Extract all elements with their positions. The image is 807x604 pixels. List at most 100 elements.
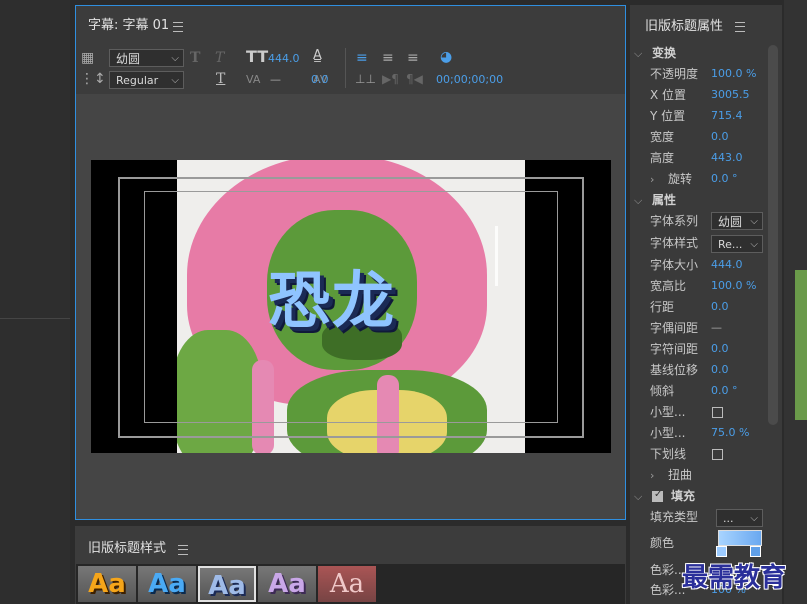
tab-title[interactable]: 字幕: 字幕 01 [88, 14, 169, 33]
font-family-dropdown[interactable]: 幼圆 ⌵ [109, 49, 184, 67]
font-style-label: 字体样式 [650, 236, 699, 250]
kerning-icon: VA [246, 73, 261, 86]
right-edge-thumb [795, 270, 807, 420]
font-style-select[interactable]: Re... ⌵ [711, 235, 763, 253]
chevron-down-icon: ⌵ [750, 216, 758, 227]
chevron-right-icon[interactable]: › [650, 173, 654, 186]
align-right-icon[interactable]: ≡ [407, 51, 419, 65]
color-stop1-label: 色彩... [650, 563, 686, 577]
width-value[interactable]: 0.0 [711, 127, 729, 147]
style-swatch-serif[interactable]: Aa [318, 566, 376, 602]
aspect-value[interactable]: 100.0 % [711, 276, 756, 296]
y-position-label: Y 位置 [650, 109, 686, 123]
tracking-value[interactable]: 0.0 [311, 73, 329, 86]
kerning-value[interactable]: — [270, 73, 281, 86]
aspect-label: 宽高比 [650, 279, 687, 293]
props-panel-title: 旧版标题属性 [645, 19, 724, 34]
fill-checkbox[interactable]: ✓ [652, 489, 663, 502]
checkmark-icon: ✓ [654, 489, 663, 500]
gradient-stop-right[interactable] [750, 546, 761, 557]
color-stop2-label: 色彩... [650, 583, 686, 597]
width-label: 宽度 [650, 130, 675, 144]
smallcaps-checkbox[interactable] [712, 407, 723, 418]
style-swatch-orange[interactable]: Aa [78, 566, 136, 602]
tracking-prop-value[interactable]: 0.0 [711, 339, 729, 359]
tab-right-icon: ¶◀ [406, 72, 423, 86]
bold-icon[interactable]: T [190, 51, 200, 65]
align-left-icon[interactable]: ≡ [356, 51, 368, 65]
show-video-icon[interactable]: ◕ [440, 50, 452, 64]
panel-menu-icon[interactable] [173, 19, 183, 33]
chevron-right-icon[interactable]: › [650, 469, 654, 482]
fill-type-select[interactable]: ... ⌵ [716, 509, 763, 527]
style-swatch-blue[interactable]: Aa [138, 566, 196, 602]
distort-label: 扭曲 [668, 468, 693, 482]
kerning-prop-value[interactable]: — [711, 318, 722, 338]
chevron-down-icon: ⌵ [750, 513, 758, 524]
font-family-value: 幼圆 [116, 52, 141, 66]
gradient-stop-left[interactable] [716, 546, 727, 557]
watermark: 最需教育 [682, 563, 787, 593]
font-size-prop-value[interactable]: 444.0 [711, 255, 743, 275]
style-swatch-purple[interactable]: Aa [258, 566, 316, 602]
leading-value[interactable]: 0.0 [711, 297, 729, 317]
font-style-select-value: Re... [718, 238, 743, 251]
smallcaps-size-value[interactable]: 75.0 % [711, 423, 749, 443]
underline-label: 下划线 [650, 447, 687, 461]
background-video-icon[interactable]: ▦ [81, 51, 94, 65]
font-size-label: 字体大小 [650, 258, 699, 272]
section-properties[interactable]: 属性 [652, 190, 676, 210]
kerning-label: 字偶间距 [650, 321, 699, 335]
font-family-select[interactable]: 幼圆 ⌵ [711, 212, 763, 230]
left-gutter [0, 0, 70, 604]
timecode[interactable]: 00;00;00;00 [436, 73, 503, 86]
fill-type-label: 填充类型 [650, 510, 699, 524]
italic-icon[interactable]: T [215, 51, 224, 65]
tracking-label: 字符间距 [650, 342, 699, 356]
x-position-label: X 位置 [650, 88, 687, 102]
x-position-value[interactable]: 3005.5 [711, 85, 750, 105]
smallcaps-label: 小型... [650, 405, 686, 419]
chevron-down-icon: ⌵ [750, 239, 758, 250]
styles-menu-icon[interactable] [178, 542, 188, 556]
text-cursor [495, 226, 498, 286]
chevron-down-icon[interactable]: ⌵ [634, 490, 642, 504]
font-family-select-value: 幼圆 [718, 215, 743, 229]
opacity-label: 不透明度 [650, 67, 699, 81]
font-size-value[interactable]: 444.0 [268, 52, 300, 65]
chevron-down-icon[interactable]: ⌵ [634, 47, 642, 61]
align-center-icon[interactable]: ≡ [382, 51, 394, 65]
font-size-icon: TT [246, 47, 269, 66]
smallcaps-size-label: 小型... [650, 426, 686, 440]
font-family-label: 字体系列 [650, 214, 699, 228]
chevron-down-icon[interactable]: ⌵ [634, 194, 642, 208]
baseline-value[interactable]: 0.0 [711, 360, 729, 380]
props-scrollbar[interactable] [768, 45, 778, 425]
section-fill[interactable]: 填充 [671, 486, 695, 506]
toolbar-divider [345, 48, 346, 88]
underline-icon[interactable]: T [216, 72, 225, 86]
chevron-down-icon: ⌵ [171, 75, 179, 86]
style-swatch-selected[interactable]: Aa [198, 566, 256, 602]
canvas-title-text[interactable]: 恐龙 [268, 250, 396, 340]
left-gutter-divider [0, 318, 70, 319]
rotation-value[interactable]: 0.0 ° [711, 169, 738, 189]
height-value[interactable]: 443.0 [711, 148, 743, 168]
color-label: 颜色 [650, 536, 675, 550]
opacity-value[interactable]: 100.0 % [711, 64, 756, 84]
height-label: 高度 [650, 151, 675, 165]
gradient-swatch[interactable] [718, 530, 762, 546]
props-menu-icon[interactable] [735, 19, 745, 33]
y-position-value[interactable]: 715.4 [711, 106, 743, 126]
underline-checkbox[interactable] [712, 449, 723, 460]
leading-icon: A̳ [313, 48, 322, 63]
leading-label: 行距 [650, 300, 675, 314]
tab-stops-icon[interactable]: ⋮↕ [80, 72, 106, 86]
font-style-dropdown[interactable]: Regular ⌵ [109, 71, 184, 89]
slant-label: 倾斜 [650, 384, 675, 398]
section-transform[interactable]: 变换 [652, 43, 676, 63]
rotation-label: 旋转 [668, 172, 693, 186]
tab-align-icon[interactable]: ⊥⊥ [355, 72, 376, 86]
slant-value[interactable]: 0.0 ° [711, 381, 738, 401]
video-canvas[interactable]: 恐龙 [91, 160, 611, 453]
